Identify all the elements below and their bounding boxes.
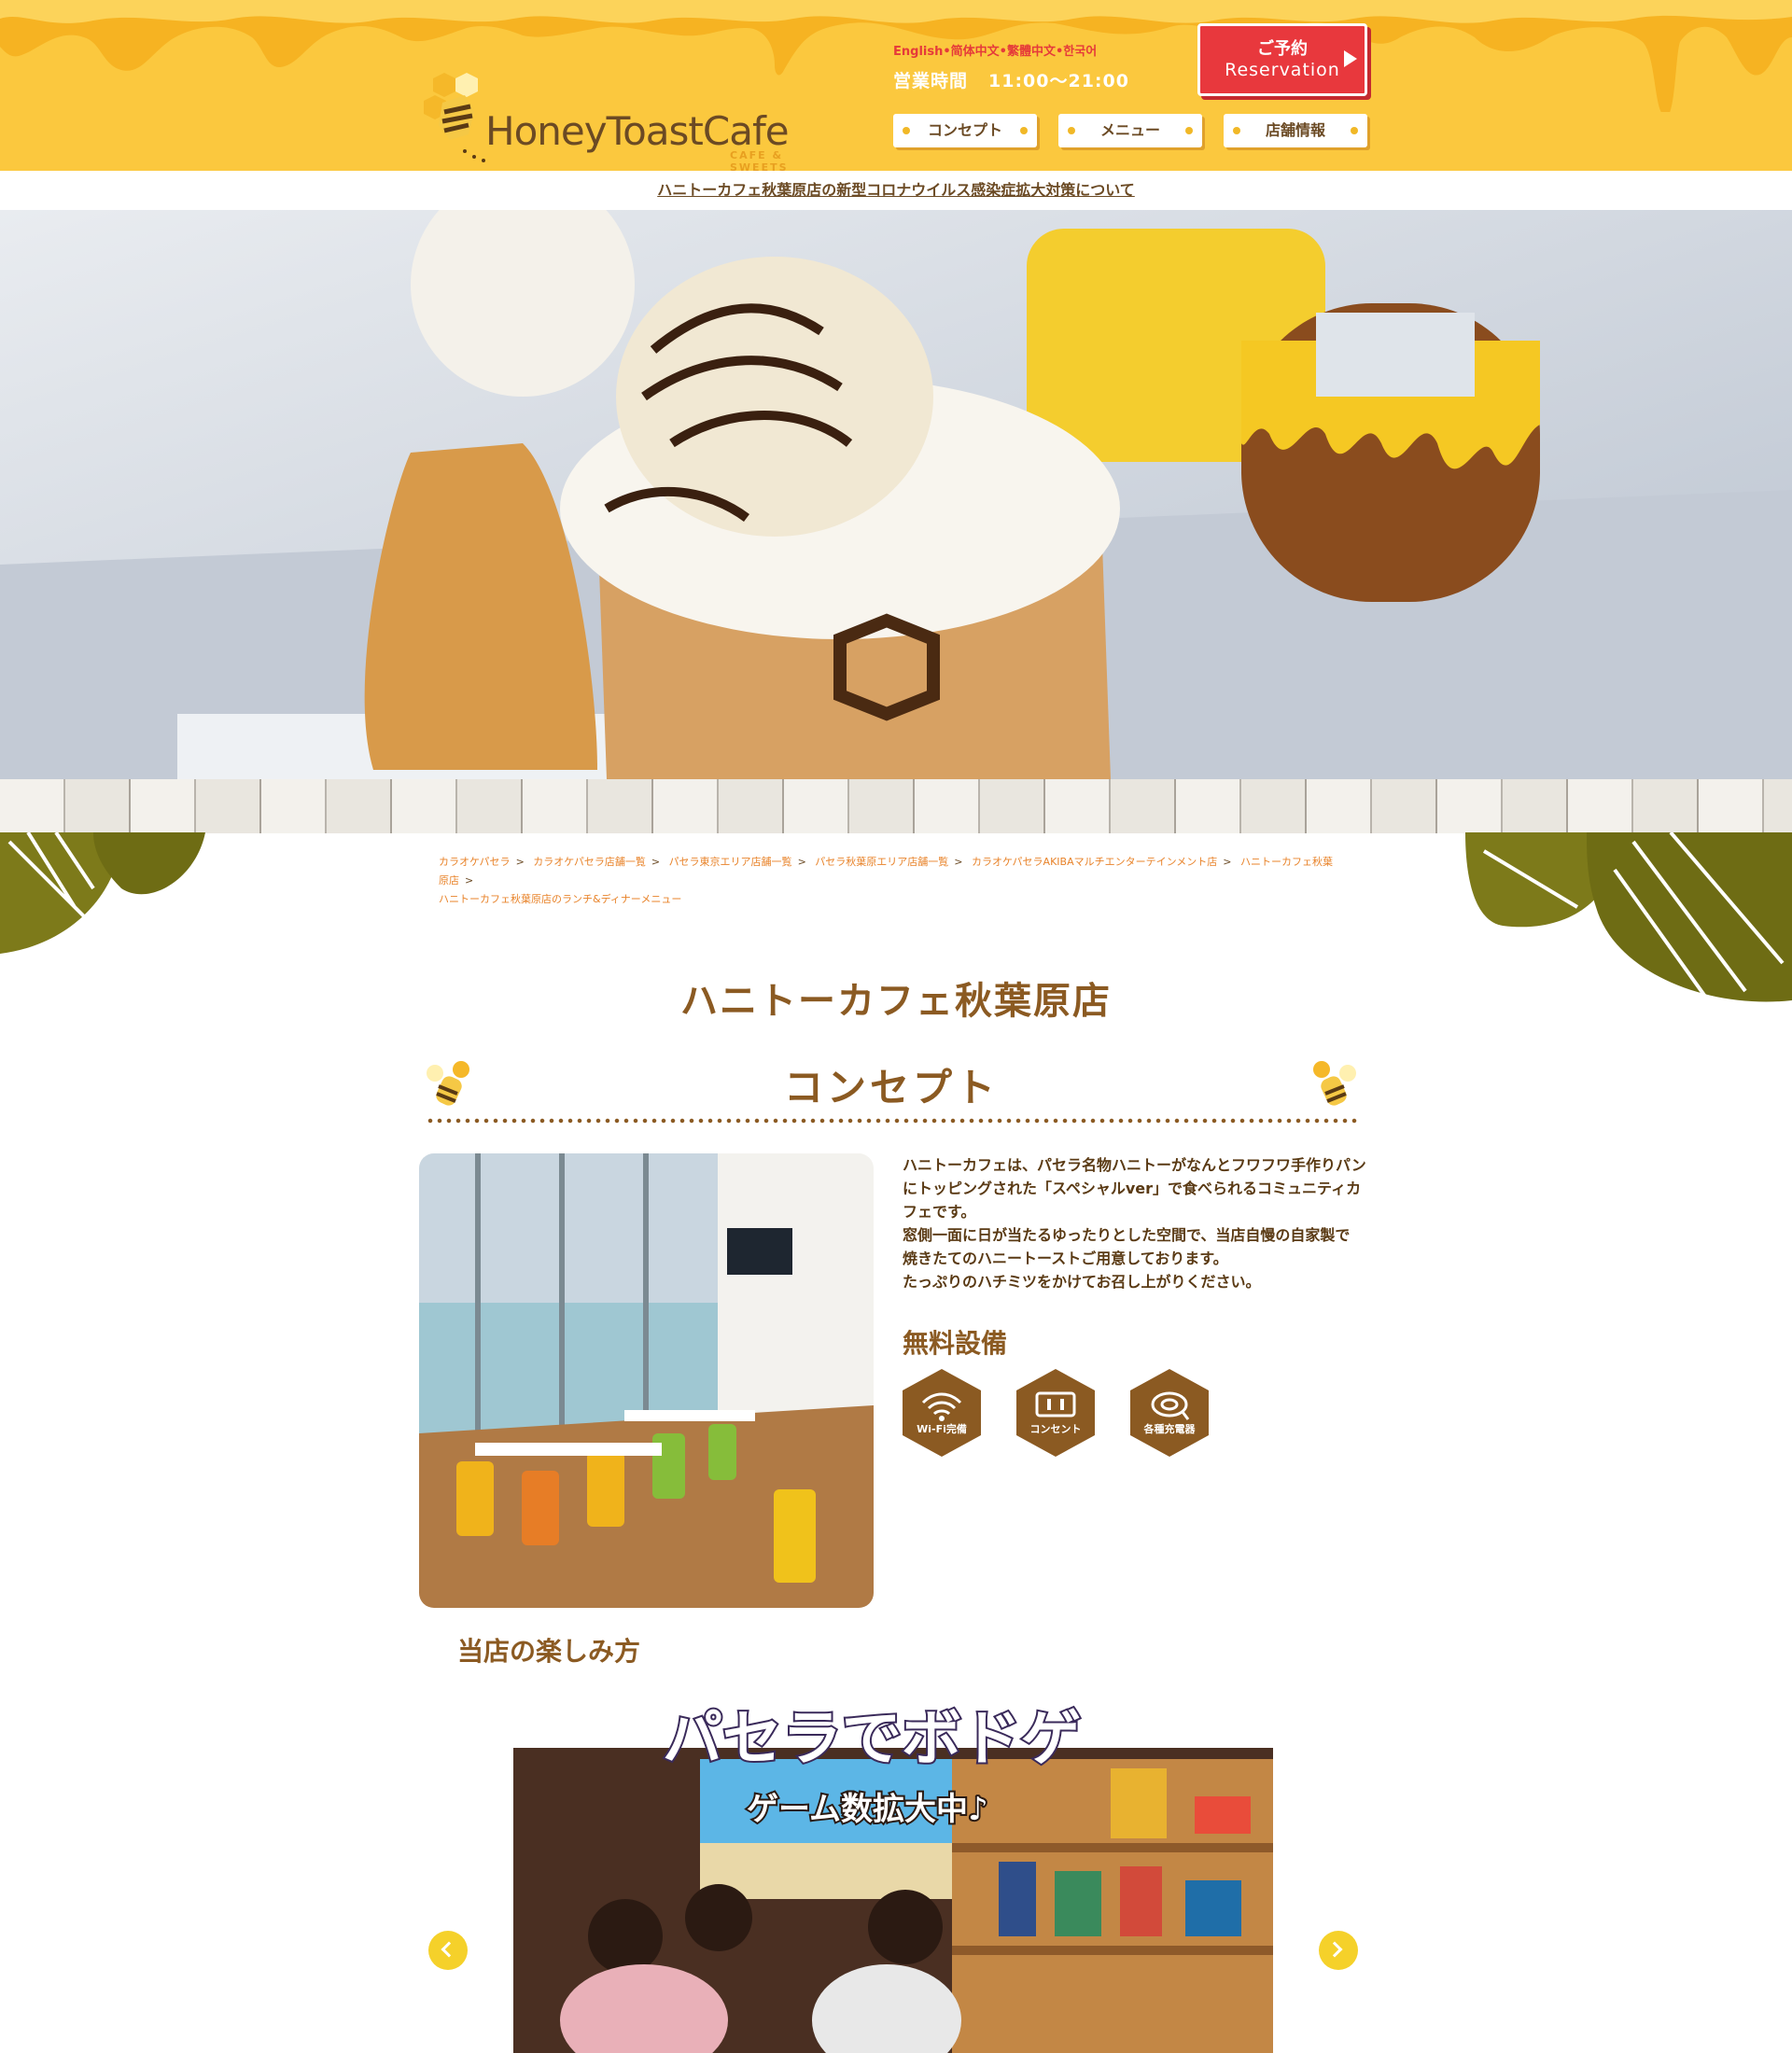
play-arrow-icon xyxy=(1344,50,1357,67)
amenity-wifi: Wi-Fi完備 xyxy=(903,1369,981,1457)
concept-line: たっぷりのハチミツをかけてお召し上がりください。 xyxy=(903,1273,1261,1291)
banner-title: パセラでボドゲ xyxy=(663,1705,1081,1774)
breadcrumb: カラオケパセラ > カラオケパセラ店舗一覧 > パセラ東京エリア店舗一覧 > パセラ秋… xyxy=(439,856,1334,905)
covid-notice-link[interactable]: ハニトーカフェ秋葉原店の新型コロナウイルス感染症拡大対策について xyxy=(657,181,1135,199)
banner-subtitle: ゲーム数拡大中♪ xyxy=(747,1791,988,1828)
chevron-right-icon xyxy=(1326,1941,1343,1958)
amenity-charger: 各種充電器 xyxy=(1130,1369,1209,1457)
breadcrumb-current: ハニトーカフェ秋葉原店のランチ&ディナーメニュー xyxy=(439,893,682,905)
business-hours: 営業時間 11:00〜21:00 xyxy=(893,67,1129,92)
concept-line: 焼きたてのハニートーストご用意しております。 xyxy=(903,1250,1228,1267)
honey-toast-photo xyxy=(0,210,1792,779)
slider-prev-button[interactable] xyxy=(428,1931,468,1970)
free-amenities-heading: 無料設備 xyxy=(903,1328,1008,1359)
slider-next-button[interactable] xyxy=(1319,1931,1358,1970)
amenity-outlet: コンセント xyxy=(1016,1369,1095,1457)
reservation-label-jp: ご予約 xyxy=(1257,39,1308,59)
dotted-divider xyxy=(426,1118,1357,1124)
main-nav: コンセプト メニュー 店舗情報 xyxy=(893,114,1372,147)
board-game-banner[interactable]: パセラでボドゲ ゲーム数拡大中♪ xyxy=(513,1703,1273,2053)
nav-concept[interactable]: コンセプト xyxy=(893,114,1037,147)
page-title: ハニトーカフェ秋葉原店 xyxy=(680,980,1112,1023)
bee-icon xyxy=(1313,1061,1356,1106)
logo-text: HoneyToastCafe xyxy=(485,108,790,154)
cafe-interior-photo xyxy=(419,1153,874,1608)
how-to-enjoy-heading: 当店の楽しみ方 xyxy=(457,1636,641,1667)
breadcrumb-item[interactable]: カラオケパセラ店舗一覧 xyxy=(533,856,646,868)
outlet-icon xyxy=(1016,1369,1095,1457)
wifi-icon xyxy=(903,1369,981,1457)
reservation-button[interactable]: ご予約 Reservation xyxy=(1197,23,1367,96)
amenity-label: コンセント xyxy=(1029,1423,1082,1435)
language-links[interactable]: English•简体中文•繁體中文•한국어 xyxy=(893,41,1097,59)
concept-line: にトッピングされた「スペシャルver」で食べられるコミュニティカ xyxy=(903,1180,1362,1197)
concept-line: ハニトーカフェは、パセラ名物ハニトーがなんとフワフワ手作りパン xyxy=(903,1156,1366,1174)
concept-line: 窓側一面に日が当たるゆったりとした空間で、当店自慢の自家製で xyxy=(903,1226,1351,1244)
logo-bee-icon xyxy=(424,73,485,162)
concept-heading: コンセプト xyxy=(418,1054,1365,1129)
promo-slider: パセラでボドゲ ゲーム数拡大中♪ xyxy=(513,1703,1273,2053)
charger-icon xyxy=(1130,1369,1209,1457)
covid-notice-bar: ハニトーカフェ秋葉原店の新型コロナウイルス感染症拡大対策について xyxy=(0,171,1792,210)
chevron-left-icon xyxy=(441,1941,457,1958)
logo-subtitle: CAFE & SWEETS xyxy=(730,149,789,171)
hero-image xyxy=(0,210,1792,779)
breadcrumb-item[interactable]: カラオケパセラ xyxy=(439,856,511,868)
nav-shop-info[interactable]: 店舗情報 xyxy=(1224,114,1367,147)
site-header: HoneyToastCafe CAFE & SWEETS English•简体中… xyxy=(0,0,1792,171)
concept-line: フェです。 xyxy=(903,1203,976,1221)
hours-label: 営業時間 xyxy=(893,71,969,91)
concept-heading-text: コンセプト xyxy=(783,1065,999,1110)
logo[interactable]: HoneyToastCafe CAFE & SWEETS xyxy=(416,73,790,171)
wood-plank-divider xyxy=(0,779,1792,833)
breadcrumb-item[interactable]: カラオケパセラAKIBAマルチエンターテインメント店 xyxy=(972,856,1217,868)
amenity-label: 各種充電器 xyxy=(1143,1423,1196,1435)
amenity-label: Wi-Fi完備 xyxy=(917,1423,967,1435)
reservation-label-en: Reservation xyxy=(1225,60,1340,80)
hours-value: 11:00〜21:00 xyxy=(988,71,1129,91)
breadcrumb-item[interactable]: パセラ東京エリア店舗一覧 xyxy=(669,856,792,868)
monstera-leaf-left xyxy=(0,832,205,954)
concept-description: ハニトーカフェは、パセラ名物ハニトーがなんとフワフワ手作りパン にトッピングされ… xyxy=(903,1153,1369,1293)
breadcrumb-item[interactable]: パセラ秋葉原エリア店舗一覧 xyxy=(815,856,948,868)
nav-menu[interactable]: メニュー xyxy=(1058,114,1202,147)
